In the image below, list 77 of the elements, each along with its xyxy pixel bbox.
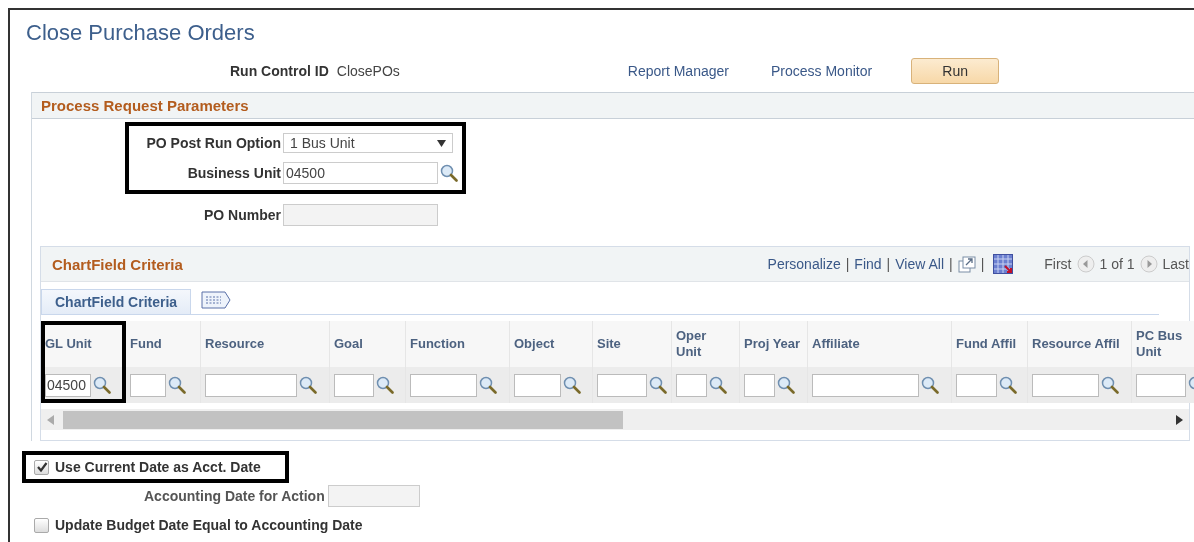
input-field[interactable]: 04500 xyxy=(45,373,91,397)
search-icon[interactable] xyxy=(479,376,497,394)
grid-link[interactable]: Find xyxy=(854,256,882,272)
dropdown[interactable]: 1 Bus Unit xyxy=(283,133,453,153)
horizontal-scrollbar[interactable] xyxy=(41,409,1189,430)
pager-text: 1 of 1 xyxy=(1099,256,1135,272)
columns-icon xyxy=(201,291,232,309)
input-field[interactable] xyxy=(130,373,166,397)
scroll-left-icon[interactable] xyxy=(47,414,55,425)
grid-title: ChartField Criteria xyxy=(52,255,183,273)
previous-icon[interactable] xyxy=(1076,255,1095,273)
input-field[interactable] xyxy=(205,373,297,397)
separator: | xyxy=(949,256,953,272)
search-icon[interactable] xyxy=(168,376,186,394)
column-header: Goal xyxy=(334,336,363,352)
column-header: Affiliate xyxy=(812,336,860,352)
input-field[interactable] xyxy=(744,373,775,397)
search-icon[interactable] xyxy=(777,376,795,394)
run-button[interactable]: Run xyxy=(911,58,1000,84)
search-icon[interactable] xyxy=(93,376,111,394)
next-icon[interactable] xyxy=(1139,255,1158,273)
column-header: Object xyxy=(514,336,555,352)
header-link[interactable]: Report Manager xyxy=(627,63,729,79)
search-icon[interactable] xyxy=(1101,376,1119,394)
new-window-icon[interactable] xyxy=(957,255,976,273)
column-header: Resource xyxy=(205,336,265,352)
tab[interactable]: ChartField Criteria xyxy=(41,289,192,314)
caret-icon xyxy=(437,139,446,147)
search-icon[interactable] xyxy=(376,376,394,394)
run-control-label: Run Control ID xyxy=(230,63,329,79)
pager-text: Last xyxy=(1162,256,1189,272)
input-field[interactable] xyxy=(676,373,707,397)
pager-text: First xyxy=(1044,256,1072,272)
separator: | xyxy=(845,256,850,272)
input-field[interactable] xyxy=(514,373,561,397)
input-field[interactable] xyxy=(334,373,374,397)
checkbox[interactable] xyxy=(34,459,49,475)
header-link[interactable]: Process Monitor xyxy=(770,63,873,79)
column-header: PC Bus Unit xyxy=(1136,328,1184,360)
field-label: Accounting Date for Action xyxy=(144,488,325,504)
column-header: Site xyxy=(597,336,621,352)
field-label: PO Post Run Option xyxy=(145,135,282,151)
spreadsheet-icon[interactable] xyxy=(993,254,1014,274)
field-label: Business Unit xyxy=(186,165,282,181)
grid-link[interactable]: View All xyxy=(895,256,944,272)
column-header: Oper Unit xyxy=(676,328,708,360)
input-field[interactable] xyxy=(1032,373,1099,397)
search-icon[interactable] xyxy=(999,376,1017,394)
checkbox-label: Update Budget Date Equal to Accounting Date xyxy=(55,517,363,533)
input-field[interactable] xyxy=(410,373,477,397)
input-field[interactable] xyxy=(812,373,919,397)
checkbox-label: Use Current Date as Acct. Date xyxy=(55,459,261,475)
scroll-right-icon[interactable] xyxy=(1175,414,1183,425)
search-icon[interactable] xyxy=(440,164,458,182)
separator: | xyxy=(886,256,891,272)
field-label: PO Number xyxy=(203,207,282,223)
section-title: Process Request Parameters xyxy=(41,97,249,114)
search-icon[interactable] xyxy=(921,376,939,394)
search-icon[interactable] xyxy=(649,376,667,394)
page-title: Close Purchase Orders xyxy=(25,19,256,46)
run-control-value: ClosePOs xyxy=(336,63,400,79)
search-icon[interactable] xyxy=(299,376,317,394)
search-icon[interactable] xyxy=(563,376,581,394)
column-header: Fund Affil xyxy=(956,336,1017,352)
separator: | xyxy=(980,256,985,272)
search-icon[interactable] xyxy=(709,376,727,394)
column-header: Resource Affil xyxy=(1032,336,1120,352)
checkbox[interactable] xyxy=(34,517,49,533)
input-field[interactable] xyxy=(1136,373,1186,397)
input-field[interactable] xyxy=(956,373,997,397)
column-header: Function xyxy=(410,336,465,352)
column-header: Fund xyxy=(130,336,162,352)
column-header: Proj Year xyxy=(744,336,801,352)
input-field[interactable] xyxy=(597,373,647,397)
column-header: GL Unit xyxy=(45,336,92,352)
grid-link[interactable]: Personalize xyxy=(767,256,841,272)
input-field[interactable]: 04500 xyxy=(283,162,438,184)
